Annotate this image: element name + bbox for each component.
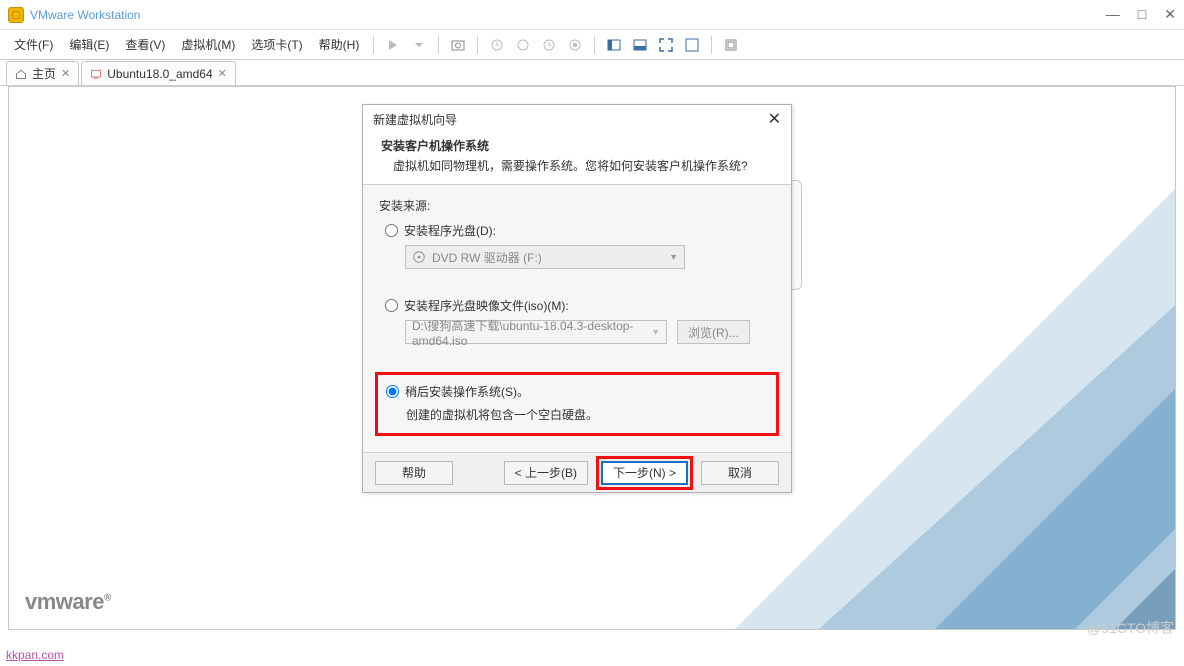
dropdown-icon[interactable] [411,37,427,53]
dialog-close-button[interactable]: ✕ [768,109,781,129]
iso-path-value: D:\搜狗高速下载\ubuntu-18.04.3-desktop-amd64.i… [412,317,651,348]
option-later-radio[interactable]: 稍后安装操作系统(S)。 [386,383,768,400]
next-button[interactable]: 下一步(N) > [601,461,688,485]
back-button[interactable]: < 上一步(B) [504,461,588,485]
disc-icon [412,250,426,264]
new-vm-wizard-dialog: 新建虚拟机向导 ✕ 安装客户机操作系统 虚拟机如同物理机，需要操作系统。您将如何… [362,104,792,493]
separator [438,36,439,54]
vmware-logo: vmware® [25,589,111,615]
separator [477,36,478,54]
option-iso-label: 安装程序光盘映像文件(iso)(M): [404,297,569,314]
clock-back-icon[interactable] [489,37,505,53]
option-iso-block: 安装程序光盘映像文件(iso)(M): D:\搜狗高速下载\ubuntu-18.… [385,297,775,344]
install-source-label: 安装来源: [379,197,775,214]
clock-manage-icon[interactable] [567,37,583,53]
disc-value: DVD RW 驱动器 (F:) [432,249,542,266]
fullscreen-icon[interactable] [658,37,674,53]
menu-view[interactable]: 查看(V) [117,32,173,57]
iso-path-input[interactable]: D:\搜狗高速下载\ubuntu-18.04.3-desktop-amd64.i… [405,320,667,344]
dialog-title-text: 新建虚拟机向导 [373,111,457,128]
browse-button[interactable]: 浏览(R)... [677,320,750,344]
highlight-later-option: 稍后安装操作系统(S)。 创建的虚拟机将包含一个空白硬盘。 [375,372,779,436]
tab-vm[interactable]: Ubuntu18.0_amd64 ✕ [81,61,236,85]
tab-close-icon[interactable]: ✕ [61,67,70,80]
unity-icon[interactable] [684,37,700,53]
layout-sidebar-icon[interactable] [606,37,622,53]
option-disc-label: 安装程序光盘(D): [404,222,496,239]
dialog-header: 安装客户机操作系统 虚拟机如同物理机，需要操作系统。您将如何安装客户机操作系统? [363,133,791,185]
snapshot-icon[interactable] [450,37,466,53]
chevron-down-icon: ▼ [669,252,678,262]
title-bar: VMware Workstation — □ ✕ [0,0,1184,30]
tab-home[interactable]: 主页 ✕ [6,61,79,85]
menu-file[interactable]: 文件(F) [6,32,61,57]
window-controls: — □ ✕ [1106,6,1176,23]
separator [373,36,374,54]
watermark: @51CTO博客 [1087,618,1174,638]
help-button[interactable]: 帮助 [375,461,453,485]
menu-edit[interactable]: 编辑(E) [61,32,117,57]
clock-forward-icon[interactable] [541,37,557,53]
play-icon[interactable] [385,37,401,53]
bottom-link[interactable]: kkpan.com [6,648,64,662]
option-later-desc: 创建的虚拟机将包含一个空白硬盘。 [406,406,768,423]
app-icon [8,7,24,23]
dialog-subheading: 虚拟机如同物理机，需要操作系统。您将如何安装客户机操作系统? [381,157,773,174]
option-disc-block: 安装程序光盘(D): DVD RW 驱动器 (F:) ▼ [385,222,775,269]
layout-thumb-icon[interactable] [632,37,648,53]
minimize-button[interactable]: — [1106,6,1120,23]
menu-tabs[interactable]: 选项卡(T) [243,32,310,57]
window-title: VMware Workstation [30,8,140,22]
iso-path-row: D:\搜狗高速下载\ubuntu-18.04.3-desktop-amd64.i… [405,320,775,344]
tab-home-label: 主页 [32,65,56,82]
maximize-button[interactable]: □ [1138,6,1146,23]
separator [594,36,595,54]
dialog-title-bar: 新建虚拟机向导 ✕ [363,105,791,133]
cancel-button[interactable]: 取消 [701,461,779,485]
radio-later[interactable] [386,385,399,398]
tab-close-icon[interactable]: ✕ [218,67,227,80]
close-button[interactable]: ✕ [1164,6,1176,23]
highlight-next-button: 下一步(N) > [596,456,693,490]
home-icon [15,68,27,80]
disc-drive-select[interactable]: DVD RW 驱动器 (F:) ▼ [405,245,685,269]
dialog-footer: 帮助 < 上一步(B) 下一步(N) > 取消 [363,452,791,492]
option-iso-radio[interactable]: 安装程序光盘映像文件(iso)(M): [385,297,775,314]
radio-iso[interactable] [385,299,398,312]
chevron-down-icon: ▼ [651,327,660,337]
library-icon[interactable] [723,37,739,53]
tab-vm-label: Ubuntu18.0_amd64 [107,67,212,81]
menu-bar: 文件(F) 编辑(E) 查看(V) 虚拟机(M) 选项卡(T) 帮助(H) [0,30,1184,60]
vm-icon [90,68,102,80]
radio-disc[interactable] [385,224,398,237]
menu-help[interactable]: 帮助(H) [311,32,368,57]
dialog-body: 安装来源: 安装程序光盘(D): DVD RW 驱动器 (F:) ▼ 安装程序光… [363,185,791,452]
option-disc-radio[interactable]: 安装程序光盘(D): [385,222,775,239]
tabs-row: 主页 ✕ Ubuntu18.0_amd64 ✕ [0,60,1184,86]
option-later-label: 稍后安装操作系统(S)。 [405,383,529,400]
clock-icon[interactable] [515,37,531,53]
menu-vm[interactable]: 虚拟机(M) [173,32,243,57]
separator [711,36,712,54]
dialog-heading: 安装客户机操作系统 [381,137,773,154]
